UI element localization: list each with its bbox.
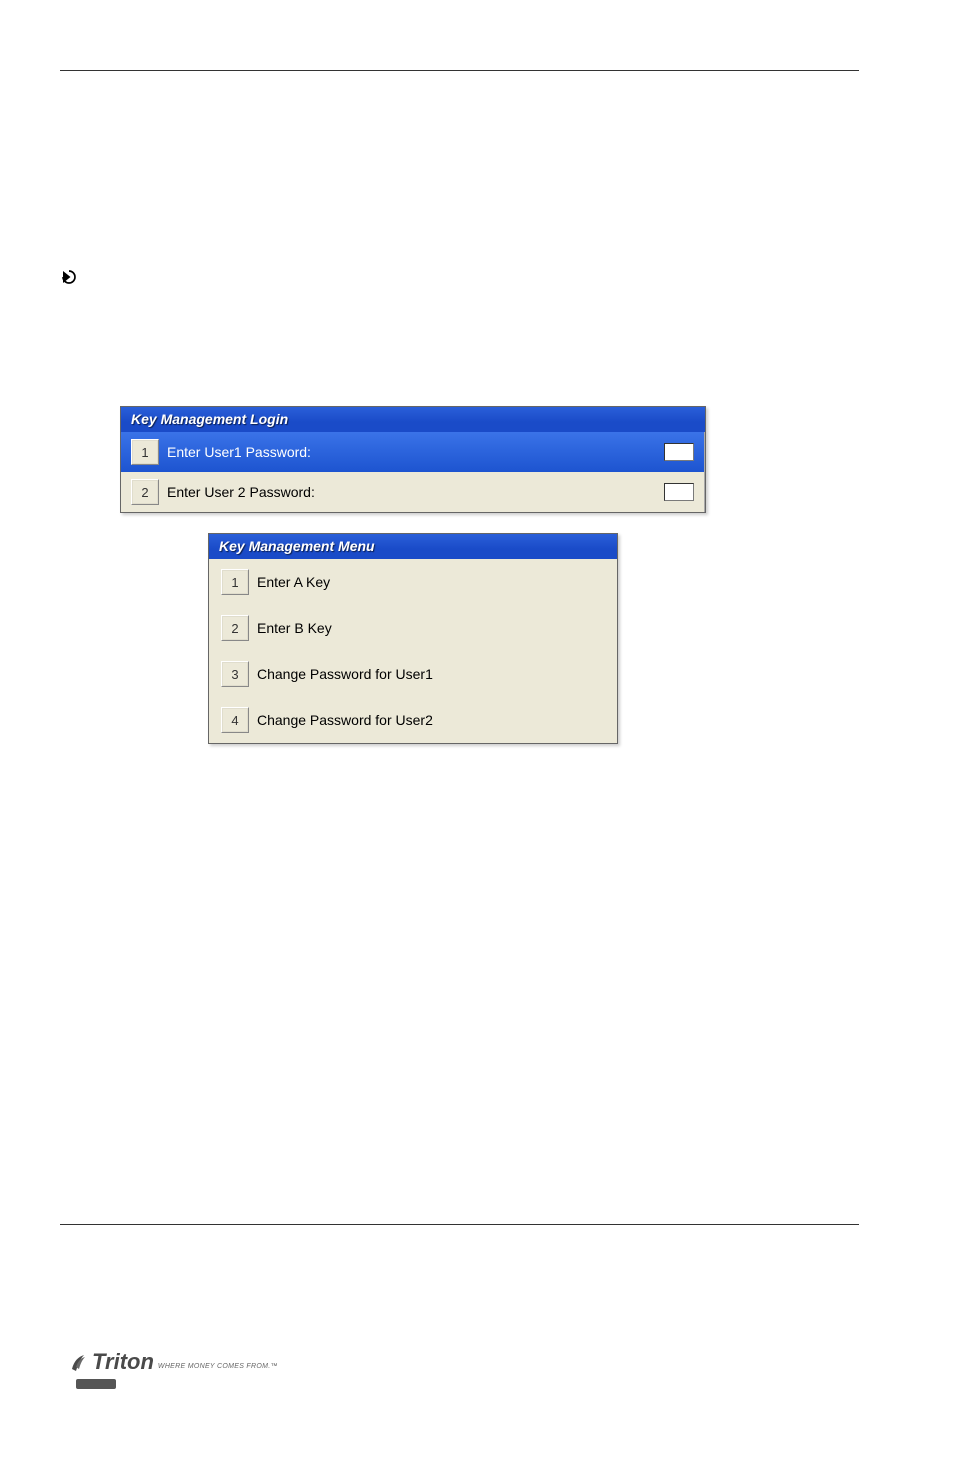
login-row-user1[interactable]: 1 Enter User1 Password:	[121, 432, 705, 472]
menu-window-title: Key Management Menu	[209, 534, 617, 559]
menu-row-change-pw-user2[interactable]: 4 Change Password for User2	[209, 697, 617, 743]
user1-password-input[interactable]	[664, 443, 694, 461]
bottom-divider	[60, 1224, 859, 1225]
login-row-number-2[interactable]: 2	[131, 479, 159, 505]
login-window-title: Key Management Login	[121, 407, 705, 432]
key-management-login-window: Key Management Login 1 Enter User1 Passw…	[120, 406, 706, 513]
footer-logo: Triton WHERE MONEY COMES FROM.™	[70, 1349, 278, 1375]
menu-row-number-1[interactable]: 1	[221, 569, 249, 595]
menu-row-number-2[interactable]: 2	[221, 615, 249, 641]
menu-row-number-3[interactable]: 3	[221, 661, 249, 687]
login-row-label-2: Enter User 2 Password:	[167, 484, 656, 500]
triton-logo-icon	[70, 1351, 88, 1373]
menu-row-number-4[interactable]: 4	[221, 707, 249, 733]
menu-row-label-1: Enter A Key	[257, 574, 605, 590]
bullet-line	[60, 266, 859, 286]
menu-row-enter-a-key[interactable]: 1 Enter A Key	[209, 559, 617, 605]
footer-brand-text: Triton	[92, 1349, 154, 1375]
arrow-right-circle-icon	[60, 268, 78, 286]
menu-row-enter-b-key[interactable]: 2 Enter B Key	[209, 605, 617, 651]
login-row-user2[interactable]: 2 Enter User 2 Password:	[121, 472, 705, 512]
user2-password-input[interactable]	[664, 483, 694, 501]
login-row-number-1[interactable]: 1	[131, 439, 159, 465]
menu-row-change-pw-user1[interactable]: 3 Change Password for User1	[209, 651, 617, 697]
login-row-label-1: Enter User1 Password:	[167, 444, 656, 460]
menu-row-label-4: Change Password for User2	[257, 712, 605, 728]
menu-row-label-3: Change Password for User1	[257, 666, 605, 682]
key-management-menu-window: Key Management Menu 1 Enter A Key 2 Ente…	[208, 533, 618, 744]
top-divider	[60, 70, 859, 71]
footer-sub-badge	[76, 1379, 116, 1389]
footer-tagline-text: WHERE MONEY COMES FROM.™	[158, 1363, 278, 1370]
menu-row-label-2: Enter B Key	[257, 620, 605, 636]
